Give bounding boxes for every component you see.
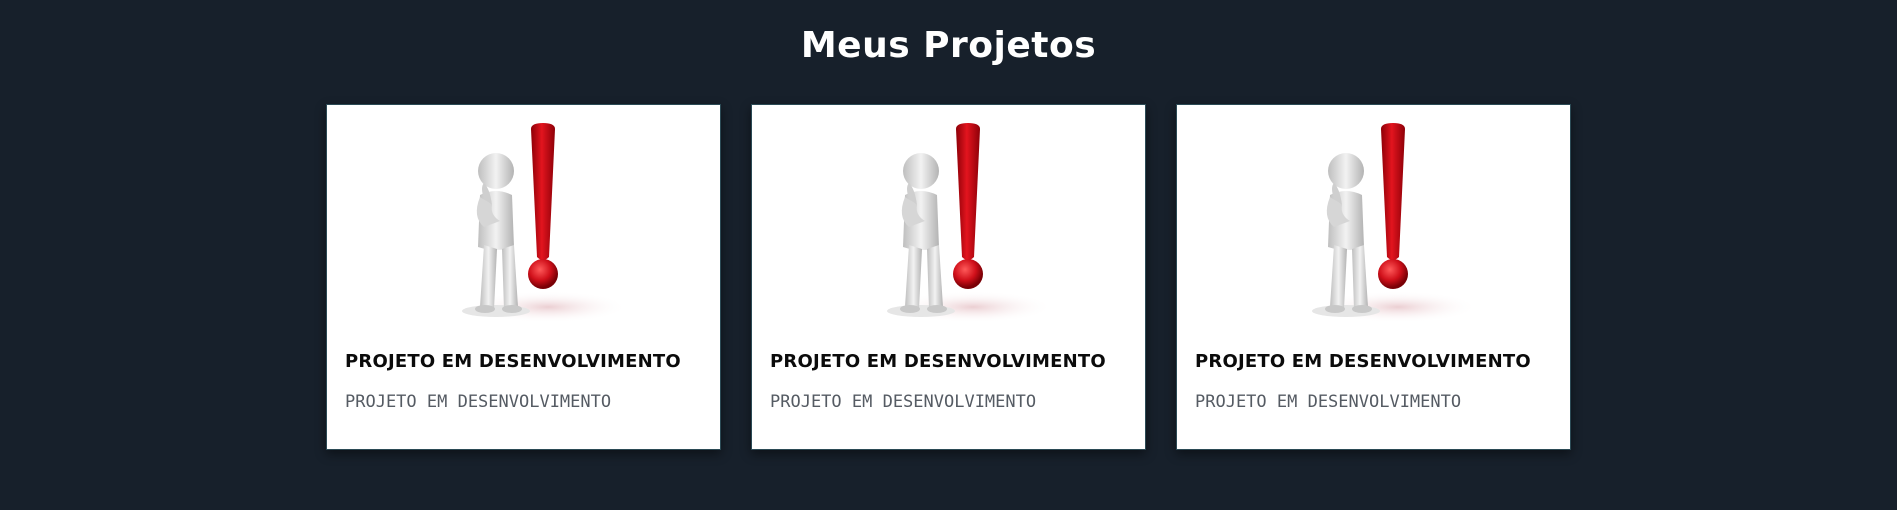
project-title: PROJETO EM DESENVOLVIMENTO [345,351,681,372]
project-description: PROJETO EM DESENVOLVIMENTO [1195,392,1462,412]
thinking-figure-exclamation-icon [1268,117,1484,331]
project-title: PROJETO EM DESENVOLVIMENTO [1195,351,1531,372]
project-card[interactable]: PROJETO EM DESENVOLVIMENTO PROJETO EM DE… [1176,104,1571,450]
project-description: PROJETO EM DESENVOLVIMENTO [770,392,1037,412]
thinking-figure-exclamation-icon [843,117,1059,331]
page-title: Meus Projetos [800,25,1097,66]
thinking-figure-exclamation-icon [418,117,634,331]
project-card[interactable]: PROJETO EM DESENVOLVIMENTO PROJETO EM DE… [751,104,1146,450]
projects-section: Meus Projetos PROJETO EM DESENVOLVIMENTO… [0,0,1897,510]
project-title: PROJETO EM DESENVOLVIMENTO [770,351,1106,372]
project-card[interactable]: PROJETO EM DESENVOLVIMENTO PROJETO EM DE… [326,104,721,450]
projects-grid: PROJETO EM DESENVOLVIMENTO PROJETO EM DE… [326,104,1574,450]
project-description: PROJETO EM DESENVOLVIMENTO [345,392,612,412]
